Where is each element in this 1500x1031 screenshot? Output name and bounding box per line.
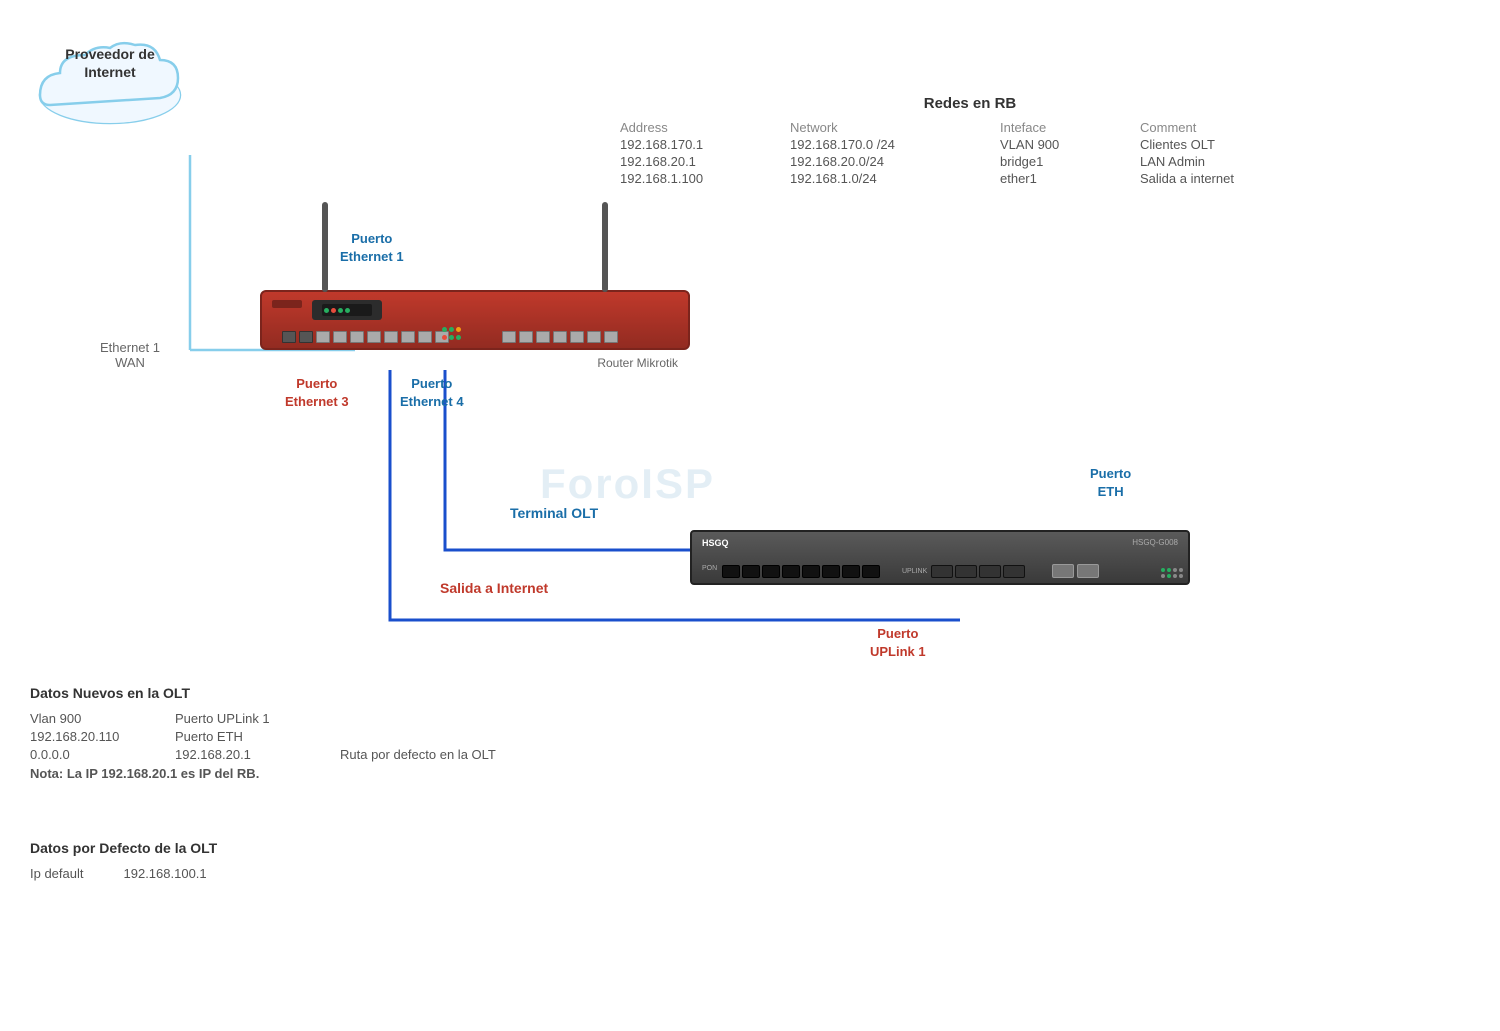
datos-defecto-title: Datos por Defecto de la OLT — [30, 840, 217, 856]
datos-nuevos-row3-col3: Ruta por defecto en la OLT — [340, 747, 496, 762]
redes-row2-interface: bridge1 — [1000, 154, 1130, 169]
datos-nuevos-row2-col2: Puerto ETH — [175, 729, 325, 744]
olt-model: HSGQ-G008 — [1132, 538, 1178, 547]
watermark: ForoISP — [540, 460, 715, 508]
redes-header-interface: Inteface — [1000, 120, 1130, 135]
port-eth4-label: Puerto Ethernet 4 — [400, 375, 464, 411]
datos-nuevos-row1-col1: Vlan 900 — [30, 711, 160, 726]
datos-defecto-section: Datos por Defecto de la OLT Ip default 1… — [30, 840, 217, 881]
datos-nuevos-nota: Nota: La IP 192.168.20.1 es IP del RB. — [30, 766, 496, 781]
datos-nuevos-row3-col1: 0.0.0.0 — [30, 747, 160, 762]
datos-nuevos-row1-col2: Puerto UPLink 1 — [175, 711, 325, 726]
datos-nuevos-title: Datos Nuevos en la OLT — [30, 685, 496, 701]
datos-nuevos-row1: Vlan 900 Puerto UPLink 1 — [30, 711, 496, 726]
redes-row1-interface: VLAN 900 — [1000, 137, 1130, 152]
datos-nuevos-row3: 0.0.0.0 192.168.20.1 Ruta por defecto en… — [30, 747, 496, 762]
redes-header-address: Address — [620, 120, 780, 135]
eth1-wan-label: Ethernet 1 WAN — [100, 340, 160, 370]
datos-nuevos-section: Datos Nuevos en la OLT Vlan 900 Puerto U… — [30, 685, 496, 781]
redes-header-comment: Comment — [1140, 120, 1320, 135]
datos-defecto-col1: Ip default — [30, 866, 84, 881]
redes-row3-comment: Salida a internet — [1140, 171, 1320, 186]
olt-body: HSGQ HSGQ-G008 PON UPLINK — [690, 530, 1190, 585]
datos-nuevos-row3-col2: 192.168.20.1 — [175, 747, 325, 762]
redes-row3-network: 192.168.1.0/24 — [790, 171, 990, 186]
cloud-label: Proveedor de Internet — [30, 45, 190, 81]
datos-nuevos-row2: 192.168.20.110 Puerto ETH — [30, 729, 496, 744]
port-uplink-label: Puerto UPLink 1 — [870, 625, 926, 661]
router-label: Router Mikrotik — [597, 356, 678, 370]
redes-row1-network: 192.168.170.0 /24 — [790, 137, 990, 152]
redes-row2-network: 192.168.20.0/24 — [790, 154, 990, 169]
port-eth-label: Puerto ETH — [1090, 465, 1131, 501]
antenna-right — [602, 202, 608, 292]
salida-internet-label: Salida a Internet — [440, 580, 548, 596]
port-eth3-label: Puerto Ethernet 3 — [285, 375, 349, 411]
datos-nuevos-row2-col1: 192.168.20.110 — [30, 729, 160, 744]
redes-row2-address: 192.168.20.1 — [620, 154, 780, 169]
olt-device: HSGQ HSGQ-G008 PON UPLINK — [690, 530, 1190, 600]
router-device: Router Mikrotik — [260, 290, 690, 370]
redes-row2-comment: LAN Admin — [1140, 154, 1320, 169]
redes-row1-address: 192.168.170.1 — [620, 137, 780, 152]
redes-header-network: Network — [790, 120, 990, 135]
redes-title: Redes en RB — [620, 95, 1320, 112]
redes-row3-address: 192.168.1.100 — [620, 171, 780, 186]
diagram-container: Proveedor de Internet Ethernet 1 WAN — [0, 0, 1500, 1031]
olt-brand: HSGQ — [702, 538, 729, 548]
port-eth1-label: Puerto Ethernet 1 — [340, 230, 404, 266]
datos-defecto-row1: Ip default 192.168.100.1 — [30, 866, 217, 881]
redes-row3-interface: ether1 — [1000, 171, 1130, 186]
redes-table: Redes en RB Address Network Inteface Com… — [620, 95, 1320, 186]
datos-defecto-col2: 192.168.100.1 — [124, 866, 207, 881]
redes-grid: Address Network Inteface Comment 192.168… — [620, 120, 1320, 186]
cloud-isp: Proveedor de Internet — [30, 30, 190, 150]
antenna-left — [322, 202, 328, 292]
router-body: Router Mikrotik — [260, 290, 690, 350]
redes-row1-comment: Clientes OLT — [1140, 137, 1320, 152]
